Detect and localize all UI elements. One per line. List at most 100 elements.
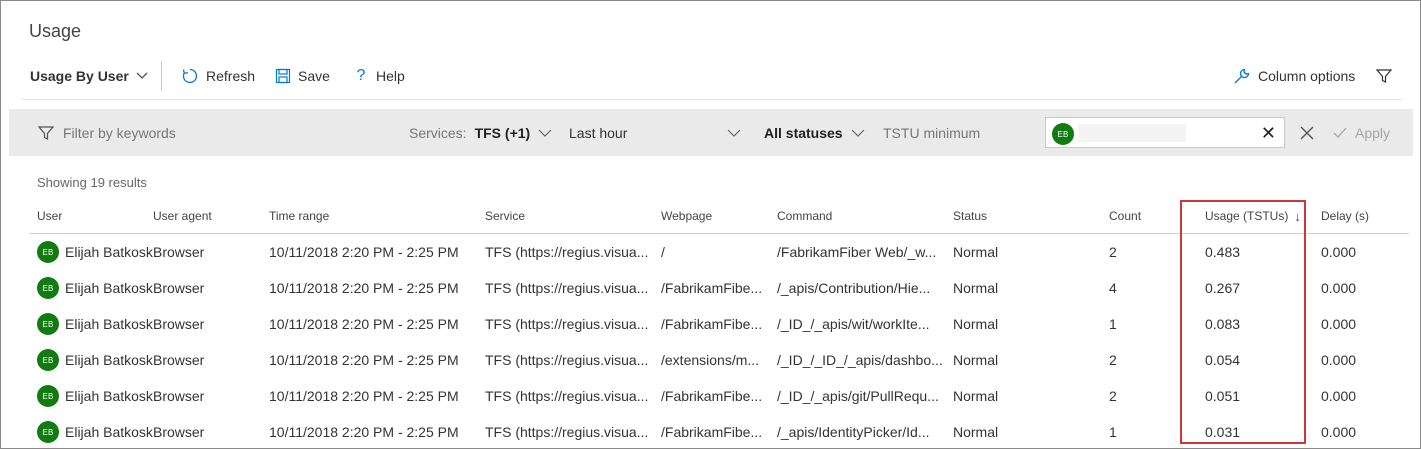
cell-delay: 0.000 xyxy=(1321,234,1401,270)
table-row[interactable]: EB Elijah Batkoskl Browser 10/11/2018 2:20 … xyxy=(29,234,1409,270)
cell-webpage-text: /FabrikamFibe... xyxy=(661,388,763,404)
toolbar: Usage By User Refresh Save ? Help Column… xyxy=(1,61,1420,91)
column-header-time-range[interactable]: Time range xyxy=(269,201,329,231)
column-header-webpage[interactable]: Webpage xyxy=(661,201,712,231)
cell-usage: 0.031 xyxy=(1205,414,1315,448)
usage-page: Usage Usage By User Refresh Save ? Help … xyxy=(0,0,1421,449)
cell-user: EB Elijah Batkoskl xyxy=(37,270,153,306)
cell-command-text: /FabrikamFiber Web/_w... xyxy=(777,244,937,260)
cell-user: EB Elijah Batkoskl xyxy=(37,414,153,448)
clear-filters-button[interactable] xyxy=(1299,109,1315,156)
wrench-icon xyxy=(1234,68,1250,84)
cell-status: Normal xyxy=(953,378,1103,414)
cell-status-text: Normal xyxy=(953,280,999,296)
table-row[interactable]: EB Elijah Batkoskl Browser 10/11/2018 2:20 … xyxy=(29,414,1409,448)
cell-usage-text: 0.051 xyxy=(1205,388,1241,404)
services-filter-dropdown[interactable]: Services: TFS (+1) xyxy=(409,109,552,156)
column-options-button[interactable]: Column options xyxy=(1233,63,1355,89)
cell-usage-text: 0.083 xyxy=(1205,316,1241,332)
cell-service: TFS (https://regius.visua... xyxy=(485,270,657,306)
cell-service-text: TFS (https://regius.visua... xyxy=(485,424,649,440)
cell-webpage: / xyxy=(661,234,773,270)
help-icon: ? xyxy=(356,67,366,84)
column-header-delay[interactable]: Delay (s) xyxy=(1321,201,1369,231)
cell-status: Normal xyxy=(953,270,1103,306)
cell-webpage-text: /extensions/m... xyxy=(661,352,760,368)
cell-status: Normal xyxy=(953,306,1103,342)
cell-command: /_ID_/_apis/wit/workIte... xyxy=(777,306,947,342)
apply-button[interactable]: Apply xyxy=(1333,109,1390,156)
view-selector-dropdown[interactable]: Usage By User xyxy=(30,63,148,89)
column-header-count[interactable]: Count xyxy=(1109,201,1141,231)
save-icon xyxy=(275,68,291,84)
cell-user: EB Elijah Batkoskl xyxy=(37,342,153,378)
cell-status-text: Normal xyxy=(953,244,999,260)
cell-webpage: /extensions/m... xyxy=(661,342,773,378)
cell-count-text: 2 xyxy=(1109,244,1117,260)
cell-status: Normal xyxy=(953,342,1103,378)
cell-count-text: 1 xyxy=(1109,316,1117,332)
filter-icon xyxy=(1375,69,1393,83)
column-header-status[interactable]: Status xyxy=(953,201,987,231)
cell-user-agent-text: Browser xyxy=(153,316,205,332)
cell-delay: 0.000 xyxy=(1321,378,1401,414)
avatar: EB xyxy=(37,277,59,299)
cell-command: /FabrikamFiber Web/_w... xyxy=(777,234,947,270)
cell-delay-text: 0.000 xyxy=(1321,280,1357,296)
table-row[interactable]: EB Elijah Batkoskl Browser 10/11/2018 2:20 … xyxy=(29,378,1409,414)
avatar: EB xyxy=(37,421,59,443)
cell-time-range: 10/11/2018 2:20 PM - 2:25 PM xyxy=(269,270,479,306)
refresh-label: Refresh xyxy=(206,68,256,84)
help-button[interactable]: ? Help xyxy=(353,63,405,89)
chevron-down-icon xyxy=(538,129,552,137)
refresh-button[interactable]: Refresh xyxy=(181,63,255,89)
tstu-minimum-input[interactable]: TSTU minimum xyxy=(883,109,980,156)
cell-count: 2 xyxy=(1109,378,1199,414)
table-row[interactable]: EB Elijah Batkoskl Browser 10/11/2018 2:20 … xyxy=(29,306,1409,342)
column-header-user[interactable]: User xyxy=(37,201,62,231)
close-icon[interactable]: ✕ xyxy=(1261,123,1276,143)
cell-webpage: /FabrikamFibe... xyxy=(661,378,773,414)
cell-user-agent: Browser xyxy=(153,414,263,448)
cell-service: TFS (https://regius.visua... xyxy=(485,378,657,414)
filter-toggle-button[interactable] xyxy=(1375,63,1393,89)
cell-user-text: Elijah Batkoskl xyxy=(65,352,153,368)
filter-bar: Filter by keywords Services: TFS (+1) La… xyxy=(9,109,1413,156)
save-label: Save xyxy=(298,68,330,84)
time-range-dropdown[interactable]: Last hour xyxy=(569,109,741,156)
cell-user-text: Elijah Batkoskl xyxy=(65,424,153,440)
column-header-command[interactable]: Command xyxy=(777,201,832,231)
cell-time-range: 10/11/2018 2:20 PM - 2:25 PM xyxy=(269,342,479,378)
cell-count-text: 4 xyxy=(1109,280,1117,296)
cell-user: EB Elijah Batkoskl xyxy=(37,378,153,414)
cell-count: 2 xyxy=(1109,342,1199,378)
column-header-service[interactable]: Service xyxy=(485,201,525,231)
cell-user-agent: Browser xyxy=(153,378,263,414)
table-row[interactable]: EB Elijah Batkoskl Browser 10/11/2018 2:20 … xyxy=(29,342,1409,378)
cell-user: EB Elijah Batkoskl xyxy=(37,234,153,270)
column-header-user-agent[interactable]: User agent xyxy=(153,201,212,231)
cell-service: TFS (https://regius.visua... xyxy=(485,414,657,448)
cell-service-text: TFS (https://regius.visua... xyxy=(485,280,649,296)
status-filter-dropdown[interactable]: All statuses xyxy=(764,109,865,156)
chevron-down-icon xyxy=(851,129,865,137)
cell-count: 4 xyxy=(1109,270,1199,306)
cell-user-agent: Browser xyxy=(153,306,263,342)
toolbar-separator xyxy=(161,61,162,91)
column-options-label: Column options xyxy=(1258,68,1356,84)
keyword-filter-input[interactable]: Filter by keywords xyxy=(37,109,176,156)
save-button[interactable]: Save xyxy=(275,63,330,89)
cell-command: /_apis/IdentityPicker/Id... xyxy=(777,414,947,448)
chevron-down-icon xyxy=(136,72,148,79)
cell-count-text: 2 xyxy=(1109,388,1117,404)
cell-webpage: /FabrikamFibe... xyxy=(661,306,773,342)
cell-user-agent-text: Browser xyxy=(153,388,205,404)
column-header-usage[interactable]: Usage (TSTUs) ↓ xyxy=(1205,201,1301,231)
services-filter-value: TFS (+1) xyxy=(474,124,531,141)
time-range-value: Last hour xyxy=(569,124,628,141)
cell-usage: 0.483 xyxy=(1205,234,1315,270)
user-picker-input[interactable]: EB ✕ xyxy=(1045,117,1285,148)
table-row[interactable]: EB Elijah Batkoskl Browser 10/11/2018 2:20 … xyxy=(29,270,1409,306)
cell-delay-text: 0.000 xyxy=(1321,244,1357,260)
results-summary: Showing 19 results xyxy=(37,175,147,190)
